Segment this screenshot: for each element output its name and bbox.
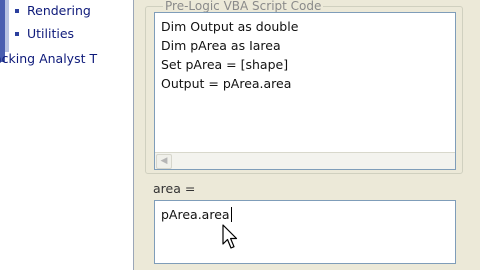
tree-item-label: acking Analyst T <box>0 51 98 66</box>
text-caret <box>230 207 232 222</box>
scroll-left-arrow-icon[interactable]: ◀ <box>156 154 172 169</box>
toolbox-tree-pane: Rendering Utilities acking Analyst T <box>0 0 134 270</box>
tree-bullet-icon <box>15 9 19 13</box>
code-line: Output = pArea.area <box>161 76 292 91</box>
horizontal-scrollbar[interactable]: ◀ <box>155 152 455 169</box>
code-line: Dim Output as double <box>161 19 299 34</box>
expression-textarea[interactable]: pArea.area <box>154 200 456 264</box>
expression-label: area = <box>153 181 196 196</box>
tree-item-label: Utilities <box>27 26 75 41</box>
pre-logic-code-textarea[interactable]: Dim Output as double Dim pArea as Iarea … <box>154 12 456 170</box>
tree-bullet-icon <box>15 32 19 36</box>
code-line: Set pArea = [shape] <box>161 57 289 72</box>
expression-value: pArea.area <box>161 207 230 222</box>
expression-text: pArea.area <box>161 205 232 224</box>
tree-item-label: Rendering <box>27 3 91 18</box>
mouse-pointer-icon <box>222 224 238 249</box>
selection-accent-bar-light <box>5 0 9 52</box>
code-line: Dim pArea as Iarea <box>161 38 281 53</box>
field-calculator-dialog: Pre-Logic VBA Script Code Dim Output as … <box>134 0 480 270</box>
